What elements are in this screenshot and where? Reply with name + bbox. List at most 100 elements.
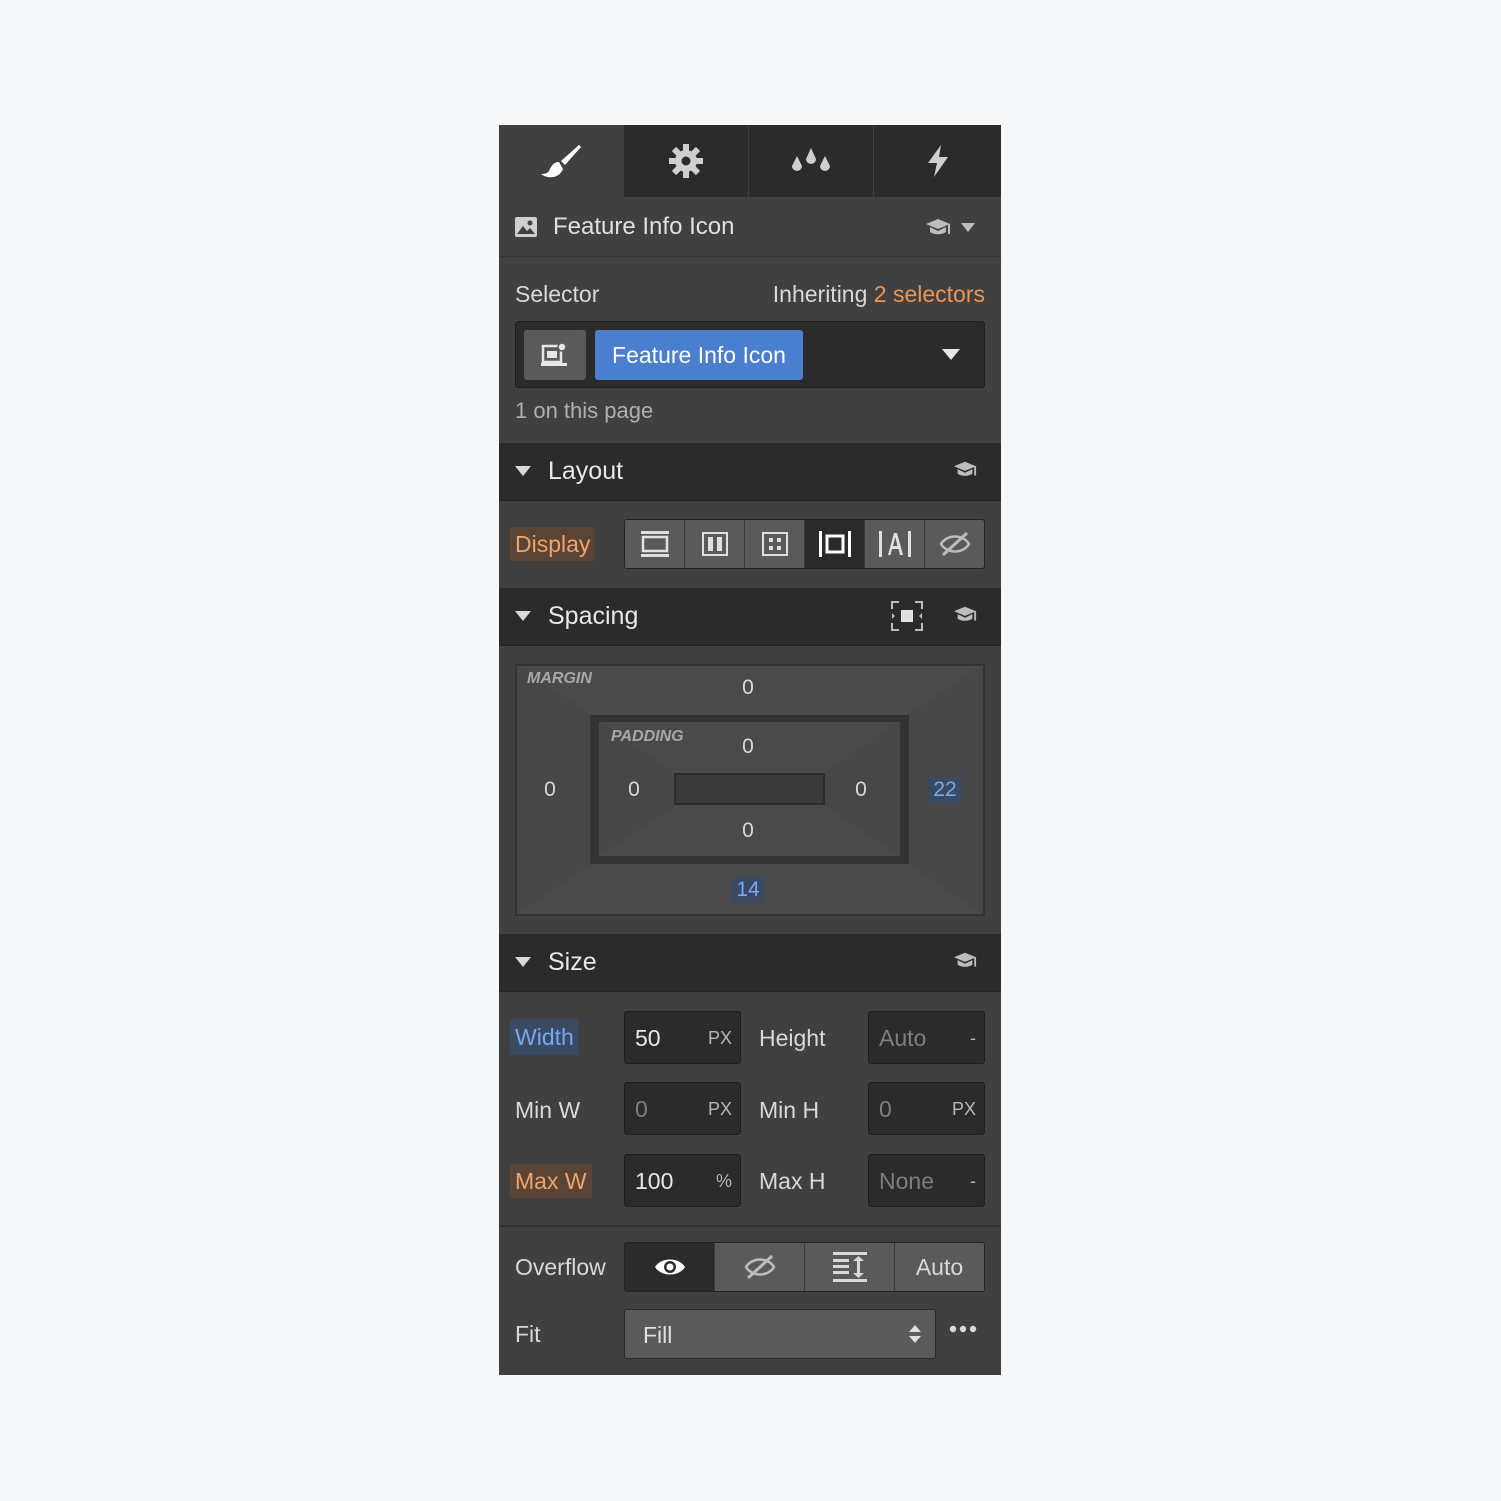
image-icon — [515, 217, 537, 237]
max-width-label[interactable]: Max W — [510, 1164, 592, 1198]
display-inline-block-button[interactable] — [805, 520, 865, 568]
fit-value: Fill — [643, 1322, 673, 1348]
grid-icon — [761, 532, 788, 556]
spacing-box: MARGIN PADDING 0 0 22 14 0 0 0 0 — [515, 664, 985, 916]
scroll-icon — [832, 1252, 867, 1282]
section-title: Spacing — [548, 602, 639, 630]
max-height-value: None — [879, 1168, 934, 1194]
fit-label: Fit — [515, 1321, 541, 1347]
size-section-header[interactable]: Size — [499, 934, 1001, 992]
min-height-input[interactable]: 0 PX — [868, 1082, 985, 1135]
margin-top-value[interactable]: 0 — [742, 676, 754, 700]
min-height-value: 0 — [879, 1096, 892, 1122]
fit-select[interactable]: Fill — [624, 1309, 936, 1359]
min-width-label: Min W — [515, 1097, 581, 1123]
width-input[interactable]: 50 PX — [624, 1011, 741, 1064]
tab-style[interactable] — [499, 125, 624, 197]
margin-bottom-value[interactable]: 14 — [731, 877, 765, 903]
padding-label: PADDING — [611, 728, 684, 745]
margin-label: MARGIN — [527, 670, 592, 687]
spacing-focus-icon[interactable] — [891, 601, 923, 631]
selector-count: 1 on this page — [515, 398, 654, 423]
chevron-down-icon[interactable] — [961, 223, 975, 232]
overflow-visible-button[interactable] — [625, 1243, 715, 1291]
inheriting-prefix: Inheriting — [772, 281, 868, 307]
tab-settings[interactable] — [624, 125, 749, 197]
inheriting-text: Inheriting 2 selectors — [773, 281, 985, 308]
flex-icon — [701, 532, 728, 556]
padding-left-value[interactable]: 0 — [628, 778, 640, 802]
selector-element-icon — [541, 342, 567, 366]
display-inline-button[interactable] — [865, 520, 925, 568]
paintbrush-icon — [541, 145, 581, 178]
section-title: Layout — [548, 457, 624, 485]
graduation-cap-icon[interactable] — [953, 461, 977, 479]
selector-state-button[interactable] — [524, 330, 586, 380]
width-unit[interactable]: PX — [708, 1028, 732, 1049]
padding-bottom-value[interactable]: 0 — [742, 819, 754, 843]
max-width-input[interactable]: 100 % — [624, 1154, 741, 1207]
overflow-label: Overflow — [515, 1254, 606, 1280]
width-label[interactable]: Width — [510, 1019, 579, 1055]
min-height-label: Min H — [759, 1097, 820, 1123]
eye-slash-icon — [939, 531, 970, 557]
more-options-icon[interactable] — [949, 1325, 977, 1333]
max-height-input[interactable]: None - — [868, 1154, 985, 1207]
collapse-triangle-icon — [515, 466, 531, 476]
display-grid-button[interactable] — [745, 520, 805, 568]
panel-tabs — [499, 125, 1001, 197]
max-height-label: Max H — [759, 1168, 826, 1194]
graduation-cap-icon[interactable] — [953, 952, 977, 970]
display-none-button[interactable] — [925, 520, 984, 568]
gear-icon — [669, 144, 703, 178]
inheriting-selectors-link[interactable]: 2 selectors — [874, 281, 985, 307]
select-arrows-icon — [909, 1325, 921, 1343]
lightning-icon — [927, 145, 948, 177]
collapse-triangle-icon — [515, 957, 531, 967]
element-name: Feature Info Icon — [553, 213, 735, 240]
graduation-cap-icon[interactable] — [925, 219, 951, 237]
height-input[interactable]: Auto - — [868, 1011, 985, 1064]
spacing-section-header[interactable]: Spacing — [499, 588, 1001, 646]
height-label: Height — [759, 1025, 826, 1051]
margin-right-value[interactable]: 22 — [928, 777, 962, 803]
margin-left-value[interactable]: 0 — [544, 778, 556, 802]
min-width-value: 0 — [635, 1096, 648, 1122]
block-icon — [640, 531, 669, 557]
max-height-unit[interactable]: - — [970, 1171, 976, 1192]
tab-interactions[interactable] — [874, 125, 1001, 197]
overflow-options: Auto — [624, 1242, 985, 1292]
divider — [499, 1225, 1001, 1227]
min-width-unit[interactable]: PX — [708, 1099, 732, 1120]
overflow-hidden-button[interactable] — [715, 1243, 805, 1291]
selector-chip[interactable]: Feature Info Icon — [595, 330, 803, 380]
selector-field[interactable]: Feature Info Icon — [515, 321, 985, 388]
display-flex-button[interactable] — [685, 520, 745, 568]
min-height-unit[interactable]: PX — [952, 1099, 976, 1120]
display-options — [624, 519, 985, 569]
style-panel: Feature Info Icon Selector Inheriting 2 … — [499, 125, 1001, 1375]
max-width-unit[interactable]: % — [716, 1171, 732, 1192]
collapse-triangle-icon — [515, 611, 531, 621]
graduation-cap-icon[interactable] — [953, 606, 977, 624]
min-width-input[interactable]: 0 PX — [624, 1082, 741, 1135]
padding-top-value[interactable]: 0 — [742, 735, 754, 759]
padding-right-value[interactable]: 0 — [855, 778, 867, 802]
height-value: Auto — [879, 1025, 927, 1051]
width-value: 50 — [635, 1025, 661, 1051]
chevron-down-icon[interactable] — [942, 349, 960, 360]
tab-style-manager[interactable] — [749, 125, 874, 197]
display-block-button[interactable] — [625, 520, 685, 568]
selector-label: Selector — [515, 281, 600, 307]
inline-icon — [878, 531, 911, 557]
section-title: Size — [548, 948, 597, 976]
layout-section-header[interactable]: Layout — [499, 443, 1001, 501]
element-header: Feature Info Icon — [499, 197, 1001, 257]
overflow-auto-button[interactable]: Auto — [895, 1243, 984, 1291]
eye-icon — [654, 1259, 685, 1275]
height-unit[interactable]: - — [970, 1028, 976, 1049]
inline-block-icon — [818, 531, 851, 557]
max-width-value: 100 — [635, 1168, 674, 1194]
display-label[interactable]: Display — [510, 527, 596, 561]
overflow-scroll-button[interactable] — [805, 1243, 895, 1291]
